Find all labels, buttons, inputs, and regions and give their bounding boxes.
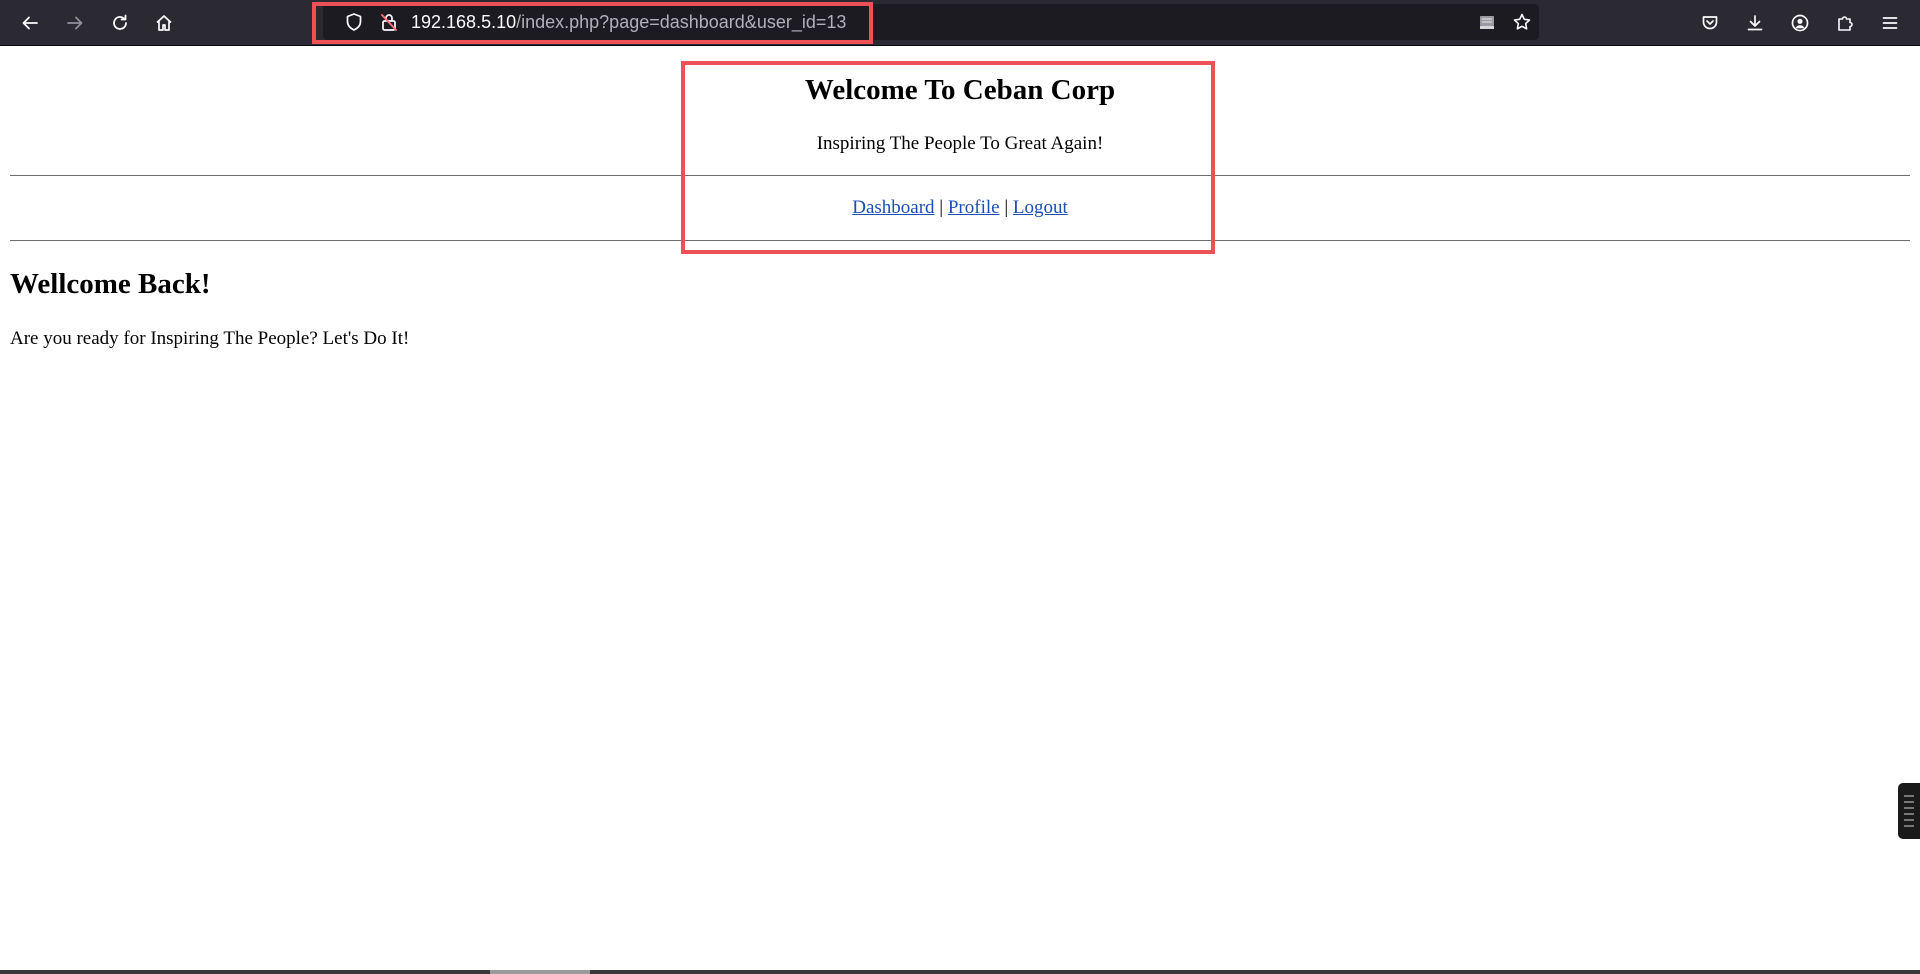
nav-separator: |: [939, 197, 944, 218]
star-icon[interactable]: [1511, 11, 1533, 33]
welcome-text: Are you ready for Inspiring The People? …: [10, 328, 410, 349]
shield-icon[interactable]: [343, 11, 365, 33]
scrollbar-thumb[interactable]: [490, 970, 590, 974]
forward-arrow-icon[interactable]: [59, 7, 91, 39]
download-icon[interactable]: [1739, 7, 1771, 39]
nav-separator: |: [1004, 197, 1009, 218]
reader-view-icon[interactable]: [1476, 11, 1498, 33]
hamburger-menu-icon[interactable]: [1874, 7, 1906, 39]
bottom-scrollbar[interactable]: [0, 970, 1920, 974]
url-host: 192.168.5.10: [411, 12, 517, 32]
url-text[interactable]: 192.168.5.10/index.php?page=dashboard&us…: [411, 10, 846, 34]
extensions-icon[interactable]: [1829, 7, 1861, 39]
url-path: /index.php?page=dashboard&user_id=13: [516, 12, 847, 32]
browser-toolbar: 192.168.5.10/index.php?page=dashboard&us…: [0, 0, 1920, 46]
divider-bottom: [10, 240, 1910, 241]
insecure-lock-icon[interactable]: [378, 11, 400, 33]
divider-top: [10, 175, 1910, 176]
nav-links: Dashboard | Profile | Logout: [0, 196, 1920, 220]
nav-link-logout[interactable]: Logout: [1013, 197, 1068, 218]
reload-icon[interactable]: [104, 7, 136, 39]
pocket-icon[interactable]: [1694, 7, 1726, 39]
nav-link-profile[interactable]: Profile: [948, 197, 1000, 218]
back-arrow-icon[interactable]: [14, 7, 46, 39]
page-title: Welcome To Ceban Corp: [804, 74, 1116, 106]
welcome-heading: Wellcome Back!: [10, 268, 211, 300]
home-icon[interactable]: [148, 7, 180, 39]
side-panel-tab[interactable]: [1898, 783, 1920, 839]
account-icon[interactable]: [1784, 7, 1816, 39]
nav-link-dashboard[interactable]: Dashboard: [852, 197, 934, 218]
page-tagline: Inspiring The People To Great Again!: [816, 133, 1104, 154]
